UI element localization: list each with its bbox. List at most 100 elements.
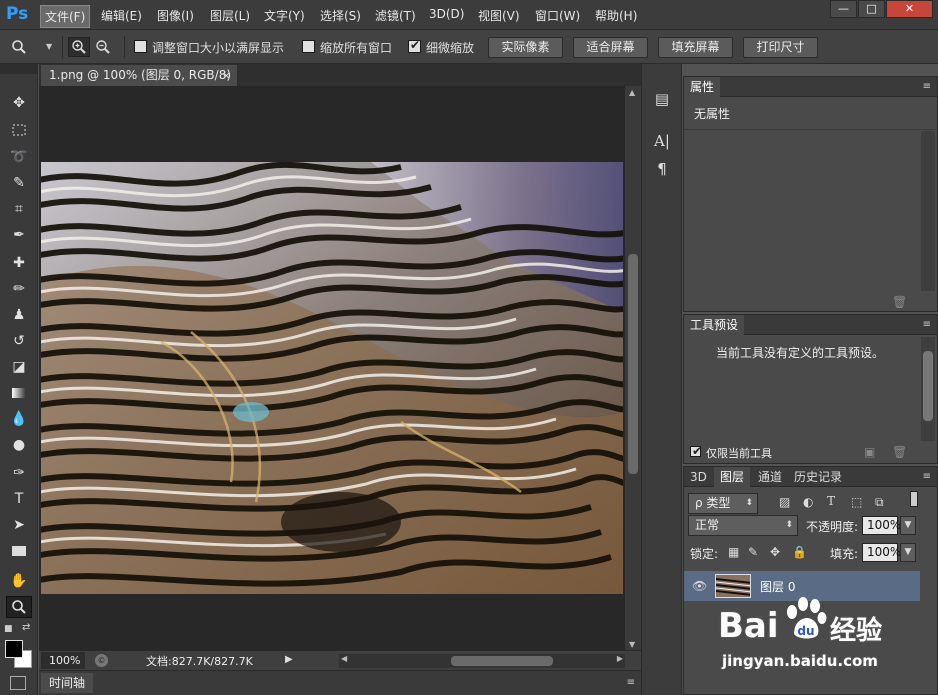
layer-row[interactable]: 👁 图层 0 [684, 571, 920, 601]
character-panel-icon[interactable]: A| [651, 130, 673, 152]
eye-icon[interactable]: 👁 [692, 579, 707, 593]
filter-shape-icon[interactable]: ⬚ [851, 495, 862, 509]
vertical-scroll-thumb[interactable] [628, 254, 638, 474]
menu-edit[interactable]: 编辑(E) [101, 7, 142, 24]
chevron-down-icon[interactable]: ▼ [46, 42, 52, 51]
trash-icon[interactable]: 🗑 [892, 295, 907, 309]
hand-tool-icon[interactable]: ✋ [6, 570, 32, 592]
tab-3d[interactable]: 3D [684, 467, 713, 487]
properties-scrollbar[interactable] [921, 131, 935, 291]
filter-smart-object-icon[interactable]: ⧉ [875, 495, 884, 510]
status-info-icon[interactable]: © [95, 654, 108, 667]
panel-menu-icon[interactable]: ≡ [923, 319, 931, 330]
filter-type-icon[interactable]: T [827, 494, 835, 508]
layer-kind-filter[interactable]: ρ 类型 ⬍ [688, 493, 758, 514]
layer-name[interactable]: 图层 0 [760, 578, 795, 595]
marquee-tool-icon[interactable] [6, 119, 32, 141]
menu-view[interactable]: 视图(V) [478, 7, 520, 24]
panel-menu-icon[interactable]: ≡ [923, 81, 931, 92]
menu-select[interactable]: 选择(S) [320, 7, 361, 24]
menu-layer[interactable]: 图层(L) [210, 7, 250, 24]
paragraph-panel-icon[interactable]: ¶ [651, 158, 673, 180]
minimize-button[interactable]: — [830, 0, 857, 18]
tool-presets-scrollbar[interactable] [921, 337, 935, 441]
default-colors-icon[interactable]: ■ [4, 624, 13, 634]
panel-menu-icon[interactable]: ≡ [627, 677, 635, 688]
blend-mode-select[interactable]: 正常 ⬍ [688, 515, 798, 536]
menu-3d[interactable]: 3D(D) [429, 7, 464, 21]
timeline-tab[interactable]: 时间轴 [41, 673, 94, 693]
menu-filter[interactable]: 滤镜(T) [375, 7, 416, 24]
close-button[interactable]: ✕ [886, 0, 933, 18]
swap-colors-icon[interactable]: ⇄ [22, 622, 30, 633]
current-tool-only-checkbox[interactable] [690, 444, 702, 458]
lock-transparent-icon[interactable]: ▦ [728, 545, 739, 559]
maximize-button[interactable]: □ [858, 0, 885, 18]
canvas-area[interactable] [39, 86, 625, 650]
fill-dropdown-button[interactable]: ▼ [900, 543, 916, 562]
fill-field[interactable]: 100% [862, 543, 901, 562]
quick-select-tool-icon[interactable]: ✎ [6, 172, 32, 194]
tool-presets-tab[interactable]: 工具预设 [684, 315, 745, 335]
menu-type[interactable]: 文字(Y) [264, 7, 305, 24]
healing-brush-tool-icon[interactable]: ✚ [6, 252, 32, 274]
menu-window[interactable]: 窗口(W) [535, 7, 580, 24]
tab-history[interactable]: 历史记录 [788, 467, 848, 487]
zoom-all-windows-checkbox[interactable] [302, 40, 315, 53]
print-size-button[interactable]: 打印尺寸 [743, 37, 818, 58]
scroll-left-icon[interactable]: ◀ [341, 654, 347, 663]
eyedropper-tool-icon[interactable]: ✒ [6, 224, 32, 246]
trash-icon[interactable]: 🗑 [892, 445, 907, 459]
eraser-tool-icon[interactable]: ◪ [6, 356, 32, 378]
tab-channels[interactable]: 通道 [752, 467, 788, 487]
move-tool-icon[interactable]: ✥ [6, 92, 32, 114]
fill-screen-button[interactable]: 填充屏幕 [658, 37, 733, 58]
opacity-field[interactable]: 100% [862, 516, 901, 535]
status-menu-arrow-icon[interactable]: ▶ [285, 654, 293, 665]
zoom-level-field[interactable]: 100% [41, 652, 85, 669]
actual-pixels-button[interactable]: 实际像素 [488, 37, 563, 58]
zoom-tool-preset-icon[interactable] [8, 37, 30, 57]
scroll-right-icon[interactable]: ▶ [617, 654, 623, 663]
lock-all-icon[interactable]: 🔒 [792, 545, 807, 559]
close-document-icon[interactable]: × [222, 65, 231, 86]
zoom-out-icon[interactable] [92, 37, 114, 57]
document-image[interactable] [41, 162, 623, 594]
history-panel-icon[interactable]: ▤ [651, 88, 673, 110]
foreground-color-swatch[interactable] [5, 640, 23, 658]
resize-windows-checkbox[interactable] [134, 40, 147, 53]
brush-tool-icon[interactable]: ✏ [6, 278, 32, 300]
lasso-tool-icon[interactable]: ➰ [6, 146, 32, 168]
gradient-tool-icon[interactable] [6, 382, 32, 404]
blur-tool-icon[interactable]: 💧 [6, 408, 32, 430]
horizontal-scrollbar[interactable]: ◀ ▶ [339, 654, 625, 668]
panel-menu-icon[interactable]: ≡ [923, 471, 931, 482]
type-tool-icon[interactable]: T [6, 488, 32, 510]
opacity-dropdown-button[interactable]: ▼ [900, 516, 916, 535]
fit-screen-button[interactable]: 适合屏幕 [573, 37, 648, 58]
scroll-down-icon[interactable]: ▼ [629, 640, 635, 649]
dodge-tool-icon[interactable]: ● [6, 434, 32, 456]
document-tab[interactable]: 1.png @ 100% (图层 0, RGB/8) × [41, 65, 237, 86]
menu-image[interactable]: 图像(I) [157, 7, 194, 24]
toolbox-grip[interactable] [0, 64, 37, 74]
scroll-up-icon[interactable]: ▲ [629, 88, 635, 97]
rectangle-tool-icon[interactable] [6, 540, 32, 562]
filter-adjustment-icon[interactable]: ◐ [803, 495, 813, 509]
filter-toggle-switch[interactable] [910, 491, 918, 507]
new-preset-icon[interactable]: ▣ [864, 445, 875, 459]
filter-pixel-icon[interactable]: ▨ [779, 495, 790, 509]
zoom-tool-icon[interactable] [6, 596, 32, 618]
lock-image-icon[interactable]: ✎ [748, 545, 758, 559]
crop-tool-icon[interactable]: ⌗ [6, 198, 32, 220]
menu-file[interactable]: 文件(F) [40, 5, 91, 28]
vertical-scrollbar[interactable]: ▲ ▼ [625, 86, 641, 650]
horizontal-scroll-thumb[interactable] [451, 656, 553, 666]
properties-tab[interactable]: 属性 [684, 77, 721, 97]
clone-stamp-tool-icon[interactable]: ♟ [6, 304, 32, 326]
tool-presets-scroll-thumb[interactable] [923, 351, 933, 421]
path-selection-tool-icon[interactable]: ➤ [6, 514, 32, 536]
scrubby-zoom-checkbox[interactable] [408, 38, 421, 53]
zoom-in-icon[interactable] [68, 37, 90, 57]
history-brush-tool-icon[interactable]: ↺ [6, 330, 32, 352]
